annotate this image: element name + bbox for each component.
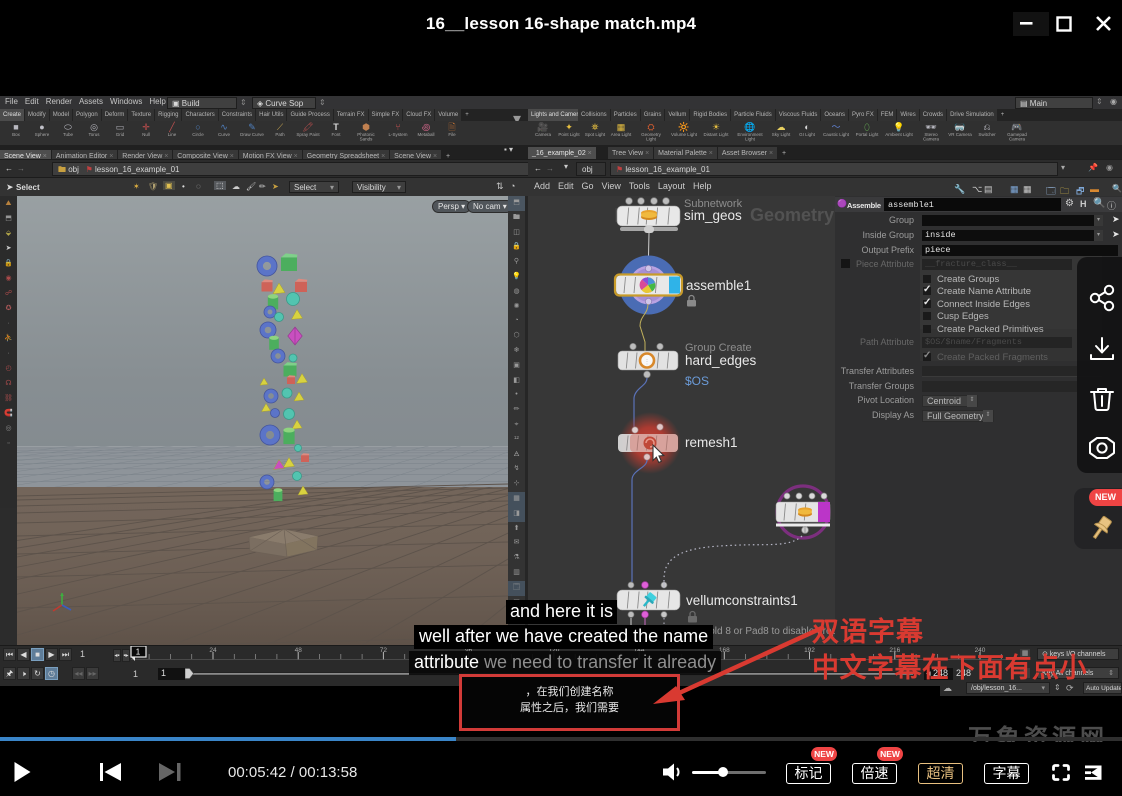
svg-text:Hold 8 or Pad8 to disable drop: Hold 8 or Pad8 to disable drop (702, 626, 835, 637)
svg-text:hard_edges: hard_edges (685, 353, 757, 368)
svg-text:48: 48 (295, 647, 303, 654)
svg-text:192: 192 (804, 647, 815, 654)
svg-text:216: 216 (889, 647, 900, 654)
svg-text:1: 1 (136, 648, 141, 657)
svg-text:remesh1: remesh1 (685, 435, 738, 450)
svg-text:$OS: $OS (685, 374, 709, 388)
svg-text:⋮: ⋮ (644, 359, 651, 366)
svg-text:120: 120 (548, 647, 559, 654)
svg-text:Geometry: Geometry (750, 205, 834, 225)
svg-text:96: 96 (465, 647, 473, 654)
svg-text:144: 144 (634, 647, 645, 654)
svg-text:168: 168 (719, 647, 730, 654)
svg-text:vellumconstraints1: vellumconstraints1 (686, 593, 798, 608)
svg-text:sim_geos: sim_geos (684, 208, 742, 223)
svg-text:24: 24 (209, 647, 217, 654)
svg-text:assemble1: assemble1 (686, 278, 751, 293)
svg-text:72: 72 (380, 647, 388, 654)
svg-text:240: 240 (975, 647, 986, 654)
